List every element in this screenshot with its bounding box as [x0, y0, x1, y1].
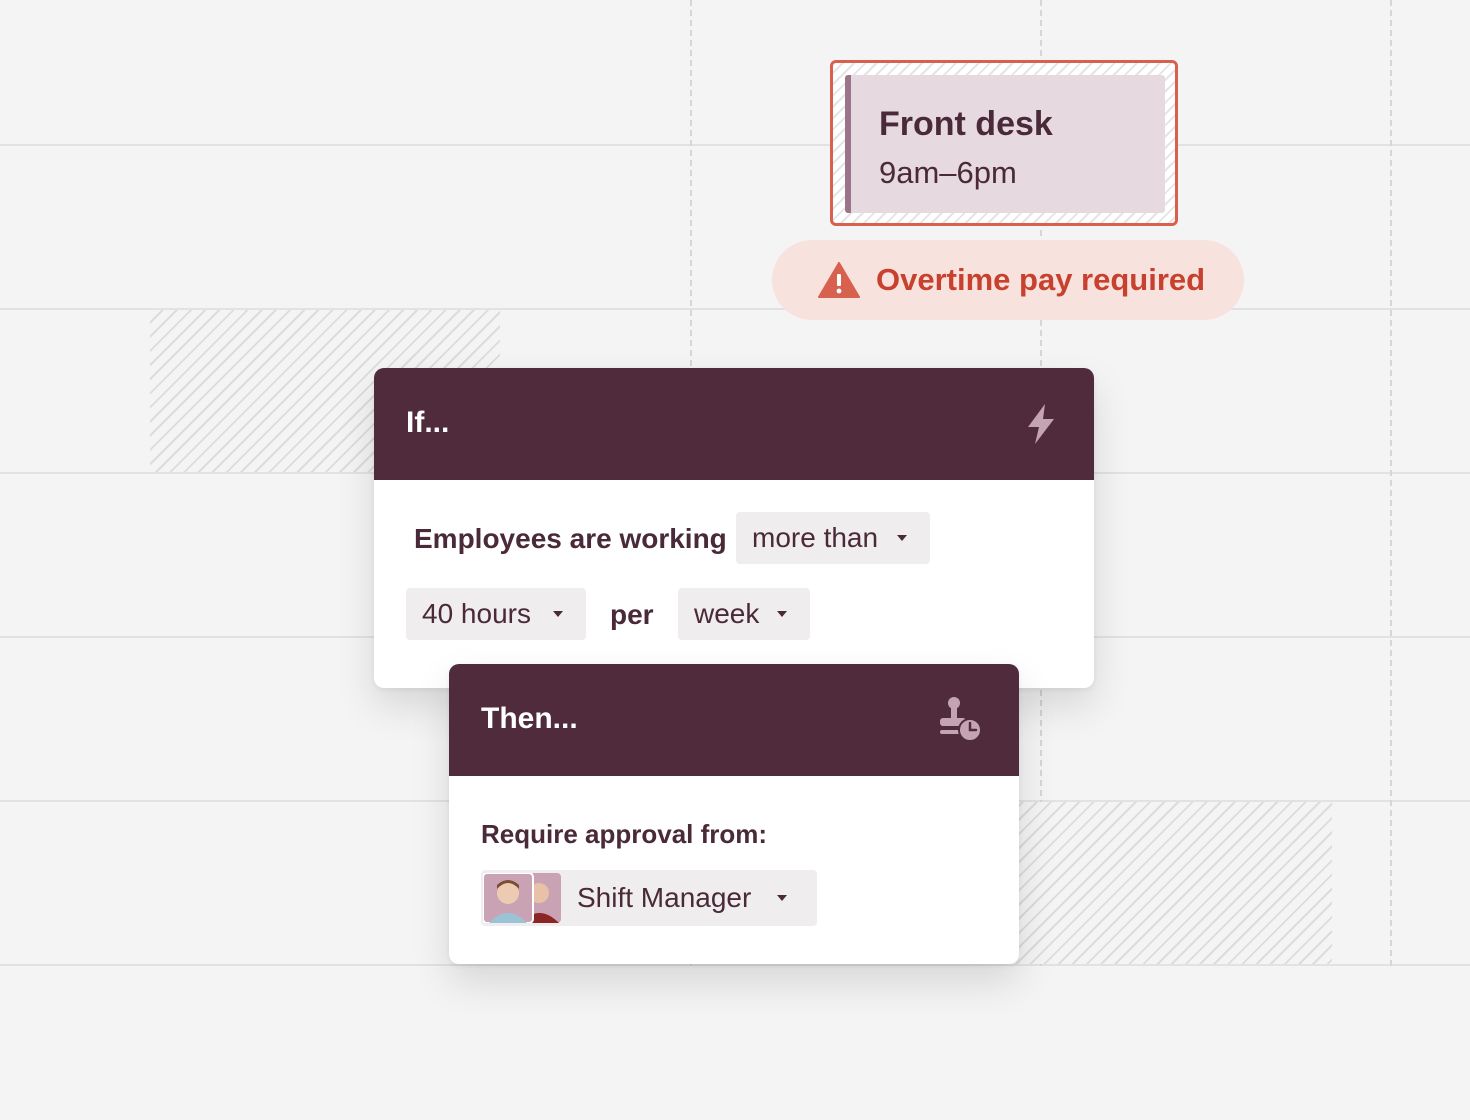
- shift-time: 9am–6pm: [879, 155, 1017, 190]
- comparison-value: more than: [752, 522, 879, 553]
- approval-stamp-clock-icon: [940, 697, 982, 742]
- chevron-down-icon: [897, 535, 907, 541]
- then-card-header: Then...: [449, 664, 1019, 776]
- grid-row-line: [0, 144, 1470, 146]
- shift-title: Front desk: [879, 105, 1053, 143]
- chevron-down-icon: [777, 611, 787, 617]
- per-label: per: [610, 599, 654, 630]
- warning-triangle-icon: [818, 262, 860, 298]
- period-value: week: [694, 598, 760, 629]
- chevron-down-icon: [553, 611, 563, 617]
- grid-column-line: [1390, 0, 1392, 966]
- if-card-title: If...: [406, 406, 450, 439]
- hours-value: 40 hours: [422, 598, 531, 629]
- if-condition-card: If... Employees are working more than 40…: [374, 368, 1094, 688]
- lightning-icon: [1028, 404, 1054, 444]
- chevron-down-icon: [777, 895, 787, 901]
- hours-dropdown[interactable]: 40 hours: [406, 588, 586, 640]
- overtime-warning-badge: Overtime pay required: [772, 240, 1244, 320]
- then-action-card: Then... Require approval from: Shift Man…: [449, 664, 1019, 964]
- then-card-title: Then...: [481, 702, 578, 735]
- approval-label: Require approval from:: [481, 819, 768, 849]
- unavailable-block: [1010, 802, 1332, 964]
- warning-text: Overtime pay required: [876, 262, 1206, 297]
- approver-dropdown[interactable]: Shift Manager: [481, 870, 817, 926]
- comparison-dropdown[interactable]: more than: [736, 512, 930, 564]
- if-card-header: If...: [374, 368, 1094, 480]
- shift-card[interactable]: Front desk 9am–6pm: [845, 75, 1165, 213]
- approver-value: Shift Manager: [577, 882, 752, 913]
- period-dropdown[interactable]: week: [678, 588, 810, 640]
- grid-row-line: [0, 964, 1470, 966]
- avatar-group: [483, 873, 561, 923]
- condition-label: Employees are working: [414, 523, 727, 554]
- shift-card-selected[interactable]: Front desk 9am–6pm: [830, 60, 1178, 226]
